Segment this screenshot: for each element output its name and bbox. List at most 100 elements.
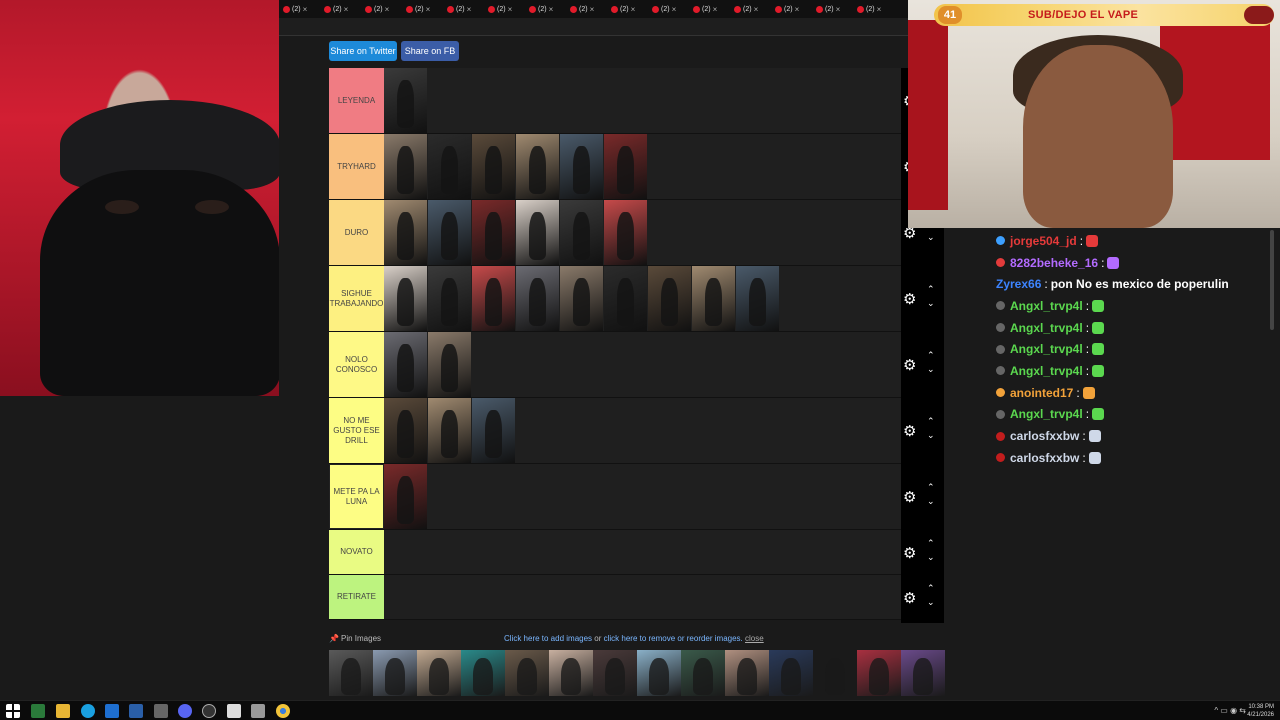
- tier-image[interactable]: [384, 200, 427, 265]
- browser-tab[interactable]: (2) ×: [361, 5, 402, 14]
- chat-username[interactable]: jorge504_jd: [1010, 234, 1077, 248]
- bank-image[interactable]: [637, 650, 681, 696]
- bank-image[interactable]: [549, 650, 593, 696]
- tier-image[interactable]: [560, 266, 603, 331]
- discord-icon[interactable]: [178, 704, 192, 718]
- tier-image[interactable]: [472, 134, 515, 199]
- browser-tab[interactable]: (2) ×: [525, 5, 566, 14]
- tier-label[interactable]: LEYENDA: [329, 68, 384, 133]
- chat-username[interactable]: Angxl_trvp4l: [1010, 321, 1083, 335]
- bank-image[interactable]: [593, 650, 637, 696]
- tier-image[interactable]: [384, 134, 427, 199]
- tier-image[interactable]: [384, 266, 427, 331]
- tab-close-icon[interactable]: ×: [385, 5, 390, 14]
- tier-label[interactable]: SIGHUE TRABAJANDO: [329, 266, 384, 331]
- tier-image[interactable]: [648, 266, 691, 331]
- chat-username[interactable]: Zyrex66: [996, 277, 1041, 291]
- tier-label[interactable]: METE PA LA LUNA: [329, 464, 384, 529]
- bank-image[interactable]: [901, 650, 945, 696]
- chat-username[interactable]: Angxl_trvp4l: [1010, 364, 1083, 378]
- tier-label[interactable]: NO ME GUSTO ESE DRILL: [329, 398, 384, 463]
- tier-image[interactable]: [604, 266, 647, 331]
- tier-image[interactable]: [604, 200, 647, 265]
- browser-tab[interactable]: (2) ×: [320, 5, 361, 14]
- tier-image[interactable]: [516, 134, 559, 199]
- chat-username[interactable]: anointed17: [1010, 386, 1073, 400]
- system-tray[interactable]: ^ ▭ ◉ ⇆: [1214, 706, 1246, 715]
- chat-username[interactable]: carlosfxxbw: [1010, 451, 1079, 465]
- tab-close-icon[interactable]: ×: [549, 5, 554, 14]
- share-fb-button[interactable]: Share on FB: [401, 41, 459, 61]
- tab-close-icon[interactable]: ×: [836, 5, 841, 14]
- close-link[interactable]: close: [745, 634, 764, 643]
- move-down-icon[interactable]: ⌄: [927, 298, 935, 309]
- gear-icon[interactable]: ⚙: [903, 589, 916, 607]
- tab-close-icon[interactable]: ×: [795, 5, 800, 14]
- bank-image[interactable]: [813, 650, 857, 696]
- tab-close-icon[interactable]: ×: [590, 5, 595, 14]
- tab-close-icon[interactable]: ×: [631, 5, 636, 14]
- reorder-images-link[interactable]: click here to remove or reorder images.: [604, 634, 743, 643]
- tier-image[interactable]: [560, 134, 603, 199]
- bank-image[interactable]: [725, 650, 769, 696]
- tier-image[interactable]: [692, 266, 735, 331]
- tier-items[interactable]: [384, 575, 901, 619]
- browser-tab[interactable]: (2) ×: [279, 5, 320, 14]
- share-twitter-button[interactable]: Share on Twitter: [329, 41, 397, 61]
- obs-icon[interactable]: [202, 704, 216, 718]
- bank-image[interactable]: [769, 650, 813, 696]
- browser-tab[interactable]: (2) ×: [853, 5, 894, 14]
- browser-tab[interactable]: (2) ×: [484, 5, 525, 14]
- chat-username[interactable]: Angxl_trvp4l: [1010, 299, 1083, 313]
- chat-username[interactable]: carlosfxxbw: [1010, 429, 1079, 443]
- calendar-icon[interactable]: [227, 704, 241, 718]
- browser-tab[interactable]: (2) ×: [648, 5, 689, 14]
- browser-tab[interactable]: (2) ×: [566, 5, 607, 14]
- browser-tab[interactable]: (2) ×: [689, 5, 730, 14]
- tier-items[interactable]: [384, 332, 901, 397]
- tier-image[interactable]: [384, 398, 427, 463]
- tier-label[interactable]: NOVATO: [329, 530, 384, 574]
- windows-start-icon[interactable]: [6, 704, 20, 718]
- tier-image[interactable]: [384, 332, 427, 397]
- chat-username[interactable]: Angxl_trvp4l: [1010, 407, 1083, 421]
- tier-items[interactable]: [384, 266, 901, 331]
- pin-images-label[interactable]: Pin Images: [341, 634, 381, 643]
- gear-icon[interactable]: ⚙: [903, 488, 916, 506]
- tier-items[interactable]: [384, 134, 901, 199]
- tier-items[interactable]: [384, 68, 901, 133]
- bank-image[interactable]: [329, 650, 373, 696]
- gear-icon[interactable]: ⚙: [903, 290, 916, 308]
- move-up-icon[interactable]: ⌃: [927, 284, 935, 295]
- shield-icon[interactable]: [251, 704, 265, 718]
- bank-image[interactable]: [681, 650, 725, 696]
- tier-items[interactable]: [384, 464, 901, 529]
- move-up-icon[interactable]: ⌃: [927, 482, 935, 493]
- browser-tab[interactable]: (2) ×: [771, 5, 812, 14]
- tier-image[interactable]: [472, 200, 515, 265]
- tier-image[interactable]: [472, 266, 515, 331]
- tier-label[interactable]: TRYHARD: [329, 134, 384, 199]
- tier-items[interactable]: [384, 530, 901, 574]
- move-down-icon[interactable]: ⌄: [927, 364, 935, 375]
- bank-image[interactable]: [505, 650, 549, 696]
- move-down-icon[interactable]: ⌄: [927, 552, 935, 563]
- tab-close-icon[interactable]: ×: [754, 5, 759, 14]
- browser-tab[interactable]: (2) ×: [730, 5, 771, 14]
- tab-close-icon[interactable]: ×: [877, 5, 882, 14]
- move-down-icon[interactable]: ⌄: [927, 597, 935, 608]
- tier-image[interactable]: [428, 134, 471, 199]
- move-up-icon[interactable]: ⌃: [927, 350, 935, 361]
- tier-image[interactable]: [604, 134, 647, 199]
- tier-image[interactable]: [384, 464, 427, 529]
- edge-browser-icon[interactable]: [81, 704, 95, 718]
- store-icon[interactable]: [105, 704, 119, 718]
- tier-image[interactable]: [736, 266, 779, 331]
- browser-tab[interactable]: (2) ×: [607, 5, 648, 14]
- tier-label[interactable]: RETIRATE: [329, 575, 384, 619]
- tier-label[interactable]: DURO: [329, 200, 384, 265]
- browser-tab[interactable]: (2) ×: [402, 5, 443, 14]
- move-up-icon[interactable]: ⌃: [927, 416, 935, 427]
- clock[interactable]: 10:38 PM 4/21/2026: [1247, 703, 1274, 719]
- tier-items[interactable]: [384, 398, 901, 463]
